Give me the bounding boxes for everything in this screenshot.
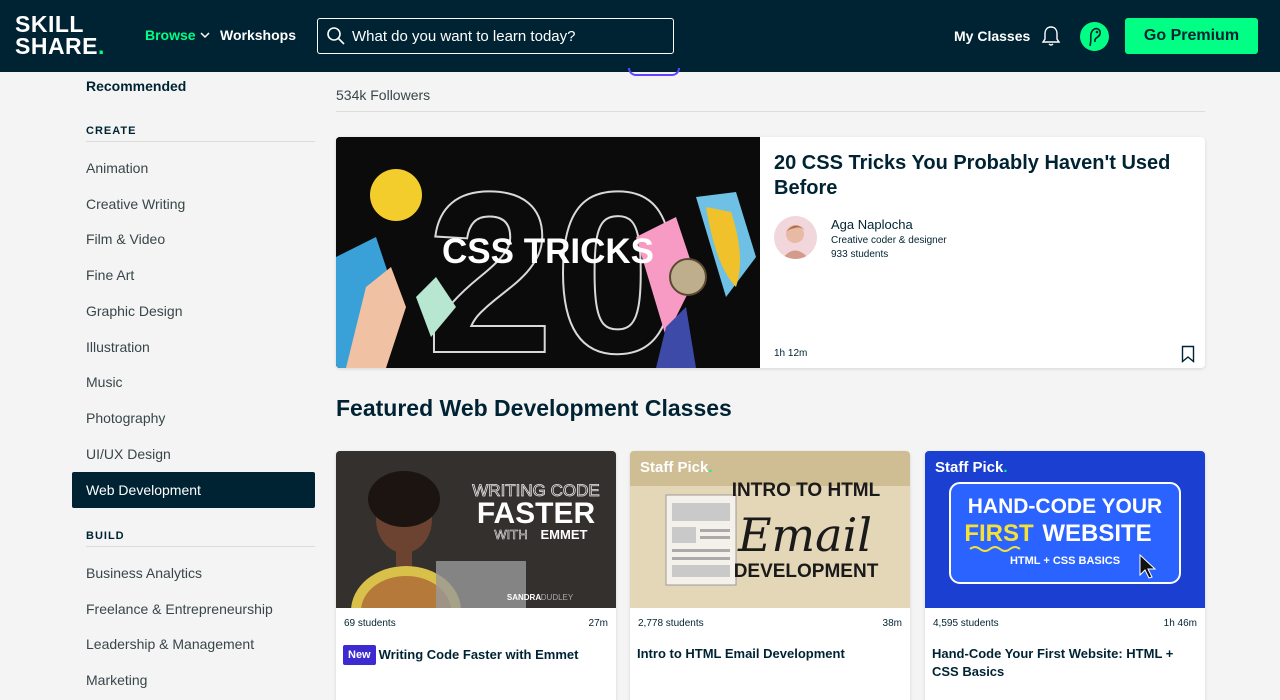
- staff-pick-text: Staff Pick: [640, 459, 709, 476]
- my-classes-link[interactable]: My Classes: [954, 28, 1030, 44]
- chevron-down-icon: [200, 32, 210, 39]
- search-icon: [327, 27, 345, 45]
- thumb-author-b: DUDLEY: [541, 593, 574, 602]
- top-navigation-bar: SKILL SHARE. Browse Workshops My Classes…: [0, 0, 1280, 72]
- class-title[interactable]: Intro to HTML Email Development: [637, 645, 899, 663]
- class-title[interactable]: Hand-Code Your First Website: HTML + CSS…: [932, 645, 1194, 681]
- sidebar-item-fine-art[interactable]: Fine Art: [72, 257, 315, 293]
- divider: [336, 111, 1205, 112]
- sidebar-item-web-development[interactable]: Web Development: [72, 472, 315, 508]
- browse-label: Browse: [145, 27, 196, 43]
- bell-icon[interactable]: [1041, 25, 1061, 47]
- sidebar-item-photography[interactable]: Photography: [72, 400, 315, 436]
- followers-count: 534k Followers: [336, 87, 431, 103]
- teacher-name[interactable]: Aga Naplocha: [831, 217, 913, 232]
- skillshare-logo[interactable]: SKILL SHARE.: [15, 13, 111, 61]
- logo-line-1: SKILL: [15, 11, 84, 37]
- staff-pick-text: Staff Pick: [935, 459, 1004, 476]
- sidebar-item-music[interactable]: Music: [72, 364, 315, 400]
- thumb-line-2: FASTER: [477, 497, 596, 530]
- class-thumbnail[interactable]: WRITING CODE FASTER WITH EMMET SANDRA DU…: [336, 451, 616, 608]
- thumb-line-1: INTRO TO HTML: [732, 480, 881, 501]
- sidebar-item-illustration[interactable]: Illustration: [72, 329, 315, 365]
- sidebar-item-freelance[interactable]: Freelance & Entrepreneurship: [72, 591, 315, 627]
- css-tricks-artwork: 20 CSS TRICKS: [336, 137, 760, 368]
- student-count: 933 students: [831, 249, 889, 260]
- class-card-hand-code[interactable]: HAND-CODE YOUR FIRST WEBSITE HTML + CSS …: [925, 451, 1205, 700]
- thumb-line-3: HTML + CSS BASICS: [1010, 555, 1120, 567]
- student-count: 4,595 students: [933, 618, 999, 629]
- staff-pick-label: Staff Pick.: [935, 459, 1008, 476]
- class-duration: 38m: [882, 618, 902, 629]
- thumb-title-text: CSS TRICKS: [442, 232, 654, 271]
- class-title[interactable]: New Writing Code Faster with Emmet: [343, 645, 605, 665]
- featured-class-card[interactable]: 20 CSS TRICKS 20 CSS Tricks You Probably…: [336, 137, 1205, 368]
- class-card-emmet[interactable]: WRITING CODE FASTER WITH EMMET SANDRA DU…: [336, 451, 616, 700]
- workshops-link[interactable]: Workshops: [220, 27, 296, 43]
- thumb-author: SANDRA: [507, 593, 541, 602]
- thumb-line-2b: WEBSITE: [1042, 520, 1151, 547]
- student-count: 69 students: [344, 618, 396, 629]
- class-thumbnail[interactable]: INTRO TO HTML Email DEVELOPMENT Staff Pi…: [630, 451, 910, 608]
- staff-pick-label: Staff Pick.: [640, 459, 713, 476]
- teacher-avatar[interactable]: [774, 216, 817, 259]
- thumb-line-3: WITH: [494, 527, 527, 542]
- section-heading: Featured Web Development Classes: [336, 395, 732, 421]
- thumb-line-3b: EMMET: [541, 527, 588, 542]
- search-bar[interactable]: [317, 18, 674, 54]
- thumb-line-2: Email: [737, 508, 872, 562]
- logo-dot: .: [98, 33, 105, 59]
- class-thumbnail[interactable]: HAND-CODE YOUR FIRST WEBSITE HTML + CSS …: [925, 451, 1205, 608]
- sidebar-item-recommended[interactable]: Recommended: [86, 78, 186, 94]
- follow-button-edge[interactable]: [628, 68, 680, 76]
- sidebar-item-leadership[interactable]: Leadership & Management: [72, 626, 315, 662]
- featured-class-title[interactable]: 20 CSS Tricks You Probably Haven't Used …: [774, 151, 1184, 201]
- thumb-line-1: HAND-CODE YOUR: [968, 495, 1162, 518]
- go-premium-button[interactable]: Go Premium: [1125, 18, 1258, 54]
- avatar[interactable]: [1080, 22, 1109, 51]
- thumb-line-2a: FIRST: [964, 520, 1034, 547]
- new-badge: New: [343, 645, 376, 665]
- emmet-artwork: WRITING CODE FASTER WITH EMMET SANDRA DU…: [336, 451, 616, 608]
- sidebar-item-marketing[interactable]: Marketing: [72, 662, 315, 698]
- class-duration: 1h 46m: [1163, 618, 1197, 629]
- sidebar-item-creative-writing[interactable]: Creative Writing: [72, 186, 315, 222]
- bookmark-icon[interactable]: [1181, 345, 1195, 363]
- featured-class-thumbnail[interactable]: 20 CSS TRICKS: [336, 137, 760, 368]
- browse-menu[interactable]: Browse: [145, 27, 210, 43]
- sidebar-item-ui-ux-design[interactable]: UI/UX Design: [72, 436, 315, 472]
- search-input[interactable]: [352, 27, 652, 45]
- sidebar-section-build: BUILD: [86, 530, 315, 547]
- class-card-html-email[interactable]: INTRO TO HTML Email DEVELOPMENT Staff Pi…: [630, 451, 910, 700]
- sidebar-item-business-analytics[interactable]: Business Analytics: [72, 555, 315, 591]
- sidebar-item-animation[interactable]: Animation: [72, 150, 315, 186]
- teacher-role: Creative coder & designer: [831, 235, 947, 246]
- sidebar-section-create: CREATE: [86, 125, 315, 142]
- sidebar-item-film-video[interactable]: Film & Video: [72, 221, 315, 257]
- class-title-text: Writing Code Faster with Emmet: [378, 647, 579, 662]
- logo-line-2: SHARE: [15, 33, 99, 59]
- thumb-line-3: DEVELOPMENT: [734, 561, 879, 582]
- sidebar-item-graphic-design[interactable]: Graphic Design: [72, 293, 315, 329]
- student-count: 2,778 students: [638, 618, 704, 629]
- class-duration: 27m: [588, 618, 608, 629]
- class-duration: 1h 12m: [774, 348, 808, 359]
